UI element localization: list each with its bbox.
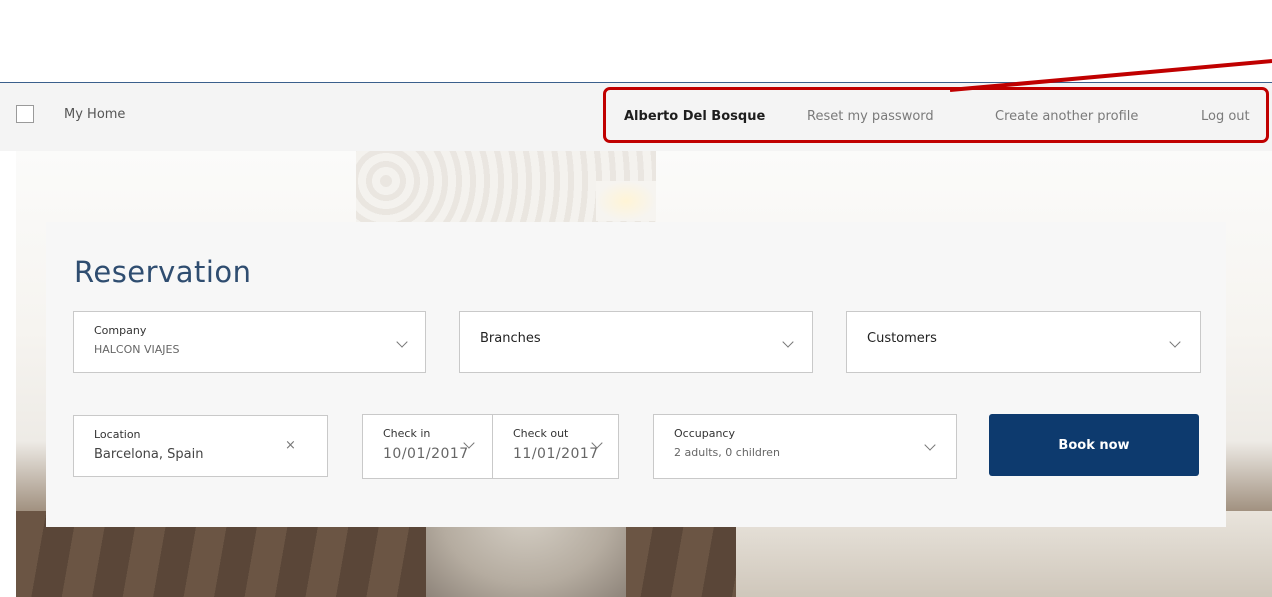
company-select[interactable]: Company HALCON VIAJES: [73, 311, 426, 373]
check-in-value: 10/01/2017: [383, 446, 469, 462]
location-input[interactable]: Location Barcelona, Spain ×: [73, 415, 328, 477]
hero-lamp: [596, 181, 656, 221]
check-in-label: Check in: [383, 427, 431, 440]
nav-my-home[interactable]: My Home: [64, 107, 125, 122]
branches-label: Branches: [480, 331, 541, 346]
chevron-down-icon: [924, 439, 936, 451]
check-out-date[interactable]: Check out 11/01/2017: [492, 414, 619, 479]
location-label: Location: [94, 428, 141, 441]
occupancy-label: Occupancy: [674, 427, 735, 440]
chevron-down-icon: [782, 336, 794, 348]
customers-label: Customers: [867, 331, 937, 346]
clear-icon[interactable]: ×: [285, 438, 296, 453]
reservation-panel: Reservation Company HALCON VIAJES Branch…: [46, 222, 1226, 527]
company-label: Company: [94, 324, 147, 337]
check-out-label: Check out: [513, 427, 569, 440]
check-out-value: 11/01/2017: [513, 446, 599, 462]
location-value: Barcelona, Spain: [94, 447, 204, 462]
book-now-button[interactable]: Book now: [989, 414, 1199, 476]
chevron-down-icon: [396, 336, 408, 348]
occupancy-select[interactable]: Occupancy 2 adults, 0 children: [653, 414, 957, 479]
branches-select[interactable]: Branches: [459, 311, 813, 373]
company-value: HALCON VIAJES: [94, 343, 180, 356]
reservation-title: Reservation: [74, 255, 252, 289]
chevron-down-icon: [1169, 336, 1181, 348]
occupancy-value: 2 adults, 0 children: [674, 446, 780, 459]
check-in-date[interactable]: Check in 10/01/2017: [362, 414, 493, 479]
menu-checkbox[interactable]: [16, 105, 34, 123]
customers-select[interactable]: Customers: [846, 311, 1201, 373]
annotation-highlight-box: [603, 87, 1269, 143]
